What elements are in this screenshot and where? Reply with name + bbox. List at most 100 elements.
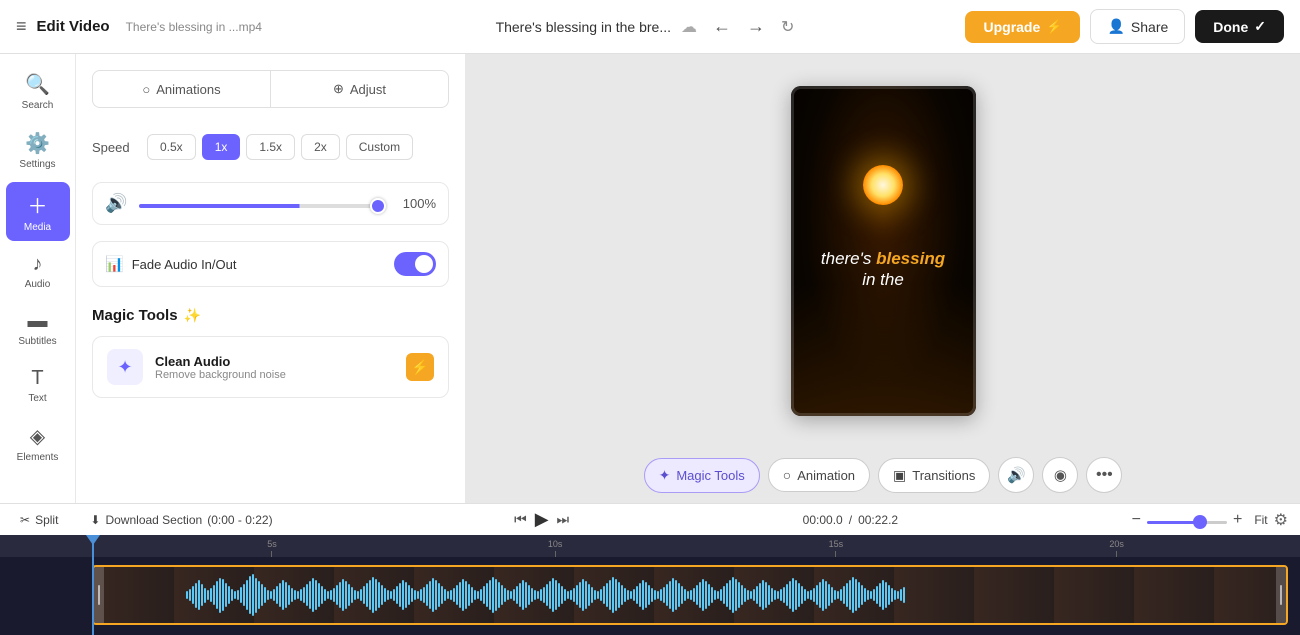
zoom-in-button[interactable]: +	[1233, 511, 1242, 529]
tab-animations[interactable]: ○ Animations	[92, 70, 270, 108]
canvas-area: there's blessing in the ✦ Magic Tools ○ …	[466, 54, 1300, 503]
audio-toolbar-button[interactable]: ◉	[1042, 457, 1078, 493]
time-divider: /	[849, 513, 852, 527]
premium-badge: ⚡	[406, 353, 434, 381]
magic-tools-title: Magic Tools	[92, 307, 178, 324]
wave-bar	[669, 581, 671, 609]
transitions-button[interactable]: ▣ Transitions	[878, 458, 990, 493]
wave-bar	[255, 578, 257, 613]
wave-bar	[201, 584, 203, 606]
upgrade-button[interactable]: Upgrade ⚡	[965, 11, 1080, 43]
play-button[interactable]: ▶	[535, 509, 549, 530]
wave-bar	[579, 582, 581, 608]
wave-bar	[291, 588, 293, 602]
wave-bar	[660, 589, 662, 601]
done-button[interactable]: Done ✓	[1195, 10, 1284, 43]
subtitles-icon: ▬	[28, 310, 48, 333]
speed-btn-0.5x[interactable]: 0.5x	[147, 134, 196, 160]
wave-bar	[204, 588, 206, 603]
wave-bar	[903, 587, 905, 603]
wave-bar	[462, 579, 464, 611]
sidebar-item-text[interactable]: T Text	[6, 359, 70, 412]
wave-bar	[492, 577, 494, 613]
wave-bar	[444, 589, 446, 601]
wave-bar	[621, 585, 623, 605]
wave-bar	[411, 588, 413, 602]
wave-bar	[705, 581, 707, 609]
speed-btn-1.5x[interactable]: 1.5x	[246, 134, 295, 160]
sidebar-item-elements[interactable]: ◈ Elements	[6, 416, 70, 471]
wave-bar	[237, 590, 239, 600]
wave-bar	[273, 589, 275, 601]
rewind-button[interactable]: ⏮	[514, 511, 527, 528]
undo-button[interactable]: ←	[707, 12, 737, 41]
media-icon: ＋	[28, 190, 48, 219]
tab-buttons: ○ Animations ⊕ Adjust	[92, 70, 449, 108]
wave-bar	[654, 590, 656, 600]
clean-audio-text: Clean Audio Remove background noise	[155, 354, 394, 381]
wave-bar	[663, 587, 665, 603]
volume-toolbar-icon: 🔊	[1007, 466, 1026, 484]
audio-icon: ♪	[33, 253, 43, 276]
wave-bar	[393, 589, 395, 601]
wave-bar	[678, 583, 680, 607]
wave-bar	[804, 589, 806, 601]
premium-lightning-icon: ⚡	[411, 359, 428, 376]
wave-bar	[615, 579, 617, 611]
ruler-label-5s: 5s	[267, 539, 277, 549]
volume-slider[interactable]	[139, 204, 386, 208]
wave-bar	[408, 585, 410, 605]
track-right-handle[interactable]	[1276, 567, 1286, 623]
project-title: There's blessing in the bre...	[496, 19, 671, 35]
animation-button[interactable]: ○ Animation	[768, 458, 870, 492]
wave-bar	[594, 590, 596, 600]
sidebar-item-media[interactable]: ＋ Media	[6, 182, 70, 241]
wave-bar	[561, 586, 563, 604]
wave-bar	[792, 578, 794, 612]
wave-bar	[636, 586, 638, 604]
redo-button[interactable]: →	[741, 12, 771, 41]
wave-bar	[369, 580, 371, 610]
speed-btn-1x[interactable]: 1x	[202, 134, 241, 160]
wave-bar	[612, 577, 614, 613]
wave-bar	[540, 589, 542, 601]
forward-button[interactable]: ⏭	[557, 511, 570, 528]
tab-adjust[interactable]: ⊕ Adjust	[270, 70, 449, 108]
sidebar-item-subtitles[interactable]: ▬ Subtitles	[6, 302, 70, 355]
zoom-out-button[interactable]: −	[1132, 511, 1141, 529]
fade-toggle[interactable]	[394, 252, 436, 276]
track-left-handle[interactable]	[94, 567, 104, 623]
speed-btn-custom[interactable]: Custom	[346, 134, 413, 160]
split-button[interactable]: ✂ Split	[12, 509, 66, 531]
volume-toolbar-button[interactable]: 🔊	[998, 457, 1034, 493]
wave-bar	[750, 591, 752, 599]
left-panel: ○ Animations ⊕ Adjust Speed 0.5x 1x 1.5x…	[76, 54, 466, 503]
rotate-button[interactable]: ↻	[781, 17, 794, 37]
wave-bar	[381, 585, 383, 605]
download-range: (0:00 - 0:22)	[207, 513, 272, 527]
zoom-slider[interactable]	[1147, 521, 1227, 524]
upgrade-label: Upgrade	[983, 19, 1040, 35]
menu-icon[interactable]: ≡	[16, 16, 27, 37]
track-audio-wave	[186, 567, 1274, 623]
more-toolbar-button[interactable]: •••	[1086, 457, 1122, 493]
ruler-label-15s: 15s	[829, 539, 844, 549]
sidebar-item-audio[interactable]: ♪ Audio	[6, 245, 70, 298]
timeline-settings-button[interactable]: ⚙	[1274, 510, 1288, 530]
video-track[interactable]	[92, 565, 1288, 625]
wave-bar	[186, 591, 188, 599]
wave-bar	[696, 585, 698, 605]
sidebar-item-settings[interactable]: ⚙️ Settings	[6, 123, 70, 178]
magic-tools-toolbar-icon: ✦	[659, 467, 671, 484]
sidebar-item-search[interactable]: 🔍 Search	[6, 64, 70, 119]
share-button[interactable]: 👤 Share	[1090, 9, 1185, 44]
wave-bar	[288, 585, 290, 605]
speed-btn-2x[interactable]: 2x	[301, 134, 340, 160]
done-check-icon: ✓	[1254, 18, 1266, 35]
magic-tools-button[interactable]: ✦ Magic Tools	[644, 458, 760, 493]
wave-bar	[195, 583, 197, 608]
top-bar-left: ≡ Edit Video There's blessing in ...mp4	[16, 16, 325, 37]
clean-audio-card[interactable]: ✦ Clean Audio Remove background noise ⚡	[92, 336, 449, 398]
wave-bar	[240, 587, 242, 603]
download-section-button[interactable]: ⬇ Download Section (0:00 - 0:22)	[82, 509, 280, 531]
